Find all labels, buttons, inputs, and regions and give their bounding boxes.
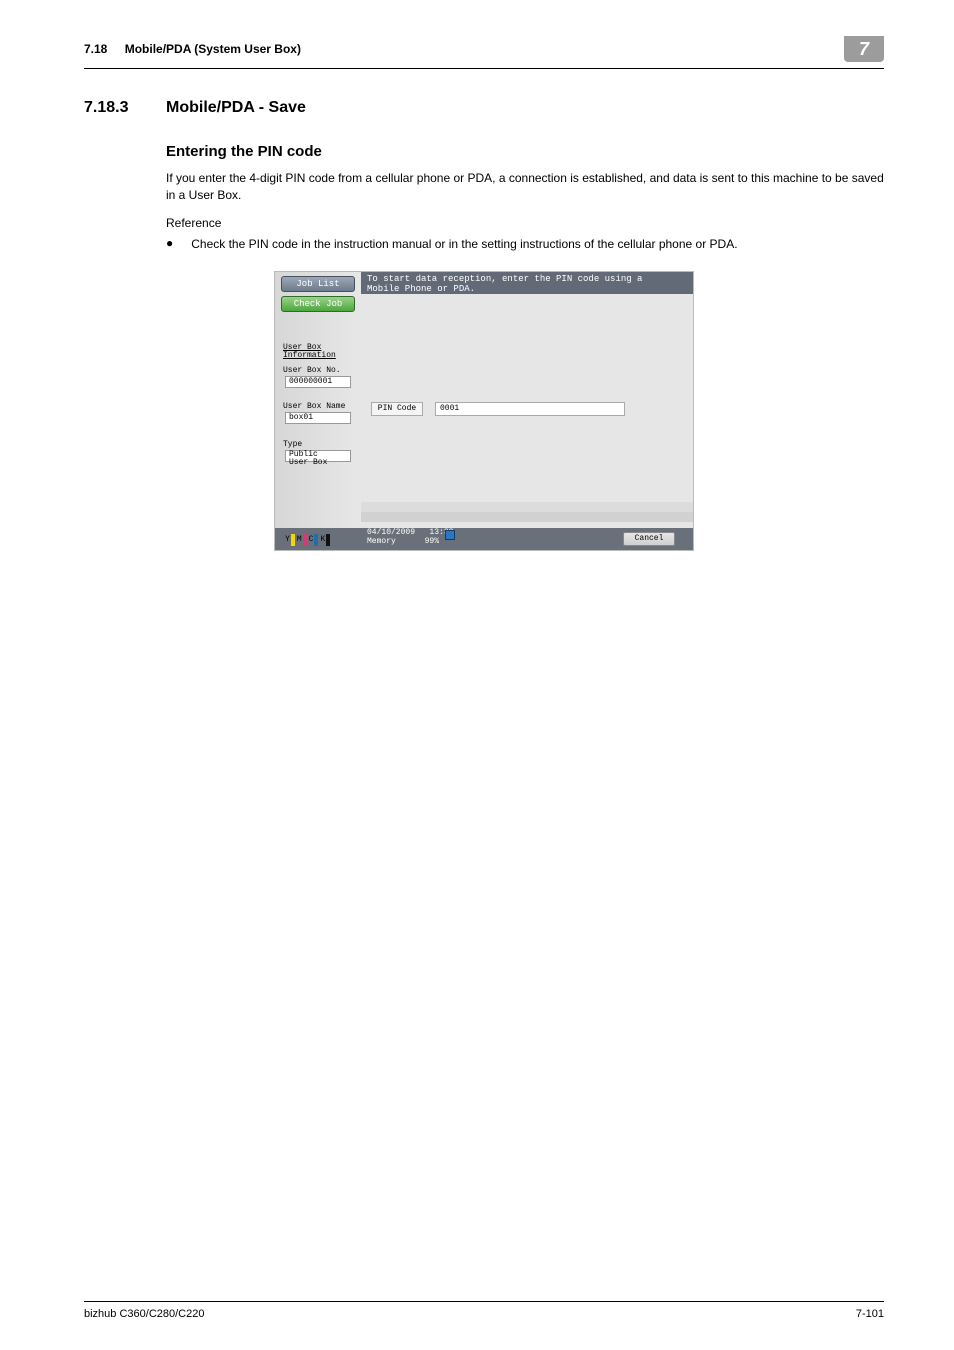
bullet-dot-icon: ● [166,236,173,253]
section-title: Mobile/PDA - Save [166,99,306,117]
screenshot-left-panel [275,272,361,550]
reference-label: Reference [166,215,884,232]
cancel-button[interactable]: Cancel [623,532,675,546]
subsection-heading: Entering the PIN code [166,143,884,160]
user-box-name-value: box01 [285,412,351,424]
user-box-no-value: 000000001 [285,376,351,388]
section-number: 7.18.3 [84,99,166,117]
type-value: Public User Box [285,450,351,462]
section-heading: 7.18.3 Mobile/PDA - Save [84,99,884,117]
footer-page: 7-101 [856,1308,884,1320]
footer-rule [84,1301,884,1302]
bullet-text: Check the PIN code in the instruction ma… [191,236,884,253]
running-header: 7.18 Mobile/PDA (System User Box) 7 [84,36,884,62]
header-section-title: Mobile/PDA (System User Box) [125,42,301,56]
stripe-divider-1 [361,502,693,512]
toner-k: K [320,534,330,546]
screen-instruction: To start data reception, enter the PIN c… [367,275,642,295]
connection-icon [445,530,455,540]
chapter-number-tab: 7 [844,36,884,62]
datetime-memory: 04/10/2009 13:33 Memory 99% [367,529,453,547]
body-paragraph: If you enter the 4-digit PIN code from a… [166,170,884,205]
page-footer: bizhub C360/C280/C220 7-101 [84,1301,884,1320]
toner-y: Y [285,534,295,546]
screen-instruction-line1: To start data reception, enter the PIN c… [367,274,642,284]
toner-indicators: Y M C K [285,534,330,546]
stripe-divider-2 [361,512,693,522]
user-box-name-label: User Box Name [283,402,345,411]
user-box-info-heading: User Box Information [283,344,336,361]
header-rule [84,68,884,69]
header-section-no: 7.18 [84,42,107,56]
header-left: 7.18 Mobile/PDA (System User Box) [84,42,844,56]
device-screenshot: Job List Check Job To start data recepti… [274,271,694,551]
type-label: Type [283,440,302,449]
toner-c: C [309,534,319,546]
check-job-button[interactable]: Check Job [281,296,355,312]
pin-code-value: 0001 [435,402,625,416]
pin-code-label: PIN Code [371,402,423,416]
screen-instruction-line2: Mobile Phone or PDA. [367,284,475,294]
user-box-no-label: User Box No. [283,366,341,375]
job-list-button[interactable]: Job List [281,276,355,292]
bullet-item: ● Check the PIN code in the instruction … [166,236,884,253]
toner-m: M [297,534,307,546]
footer-product: bizhub C360/C280/C220 [84,1308,204,1320]
